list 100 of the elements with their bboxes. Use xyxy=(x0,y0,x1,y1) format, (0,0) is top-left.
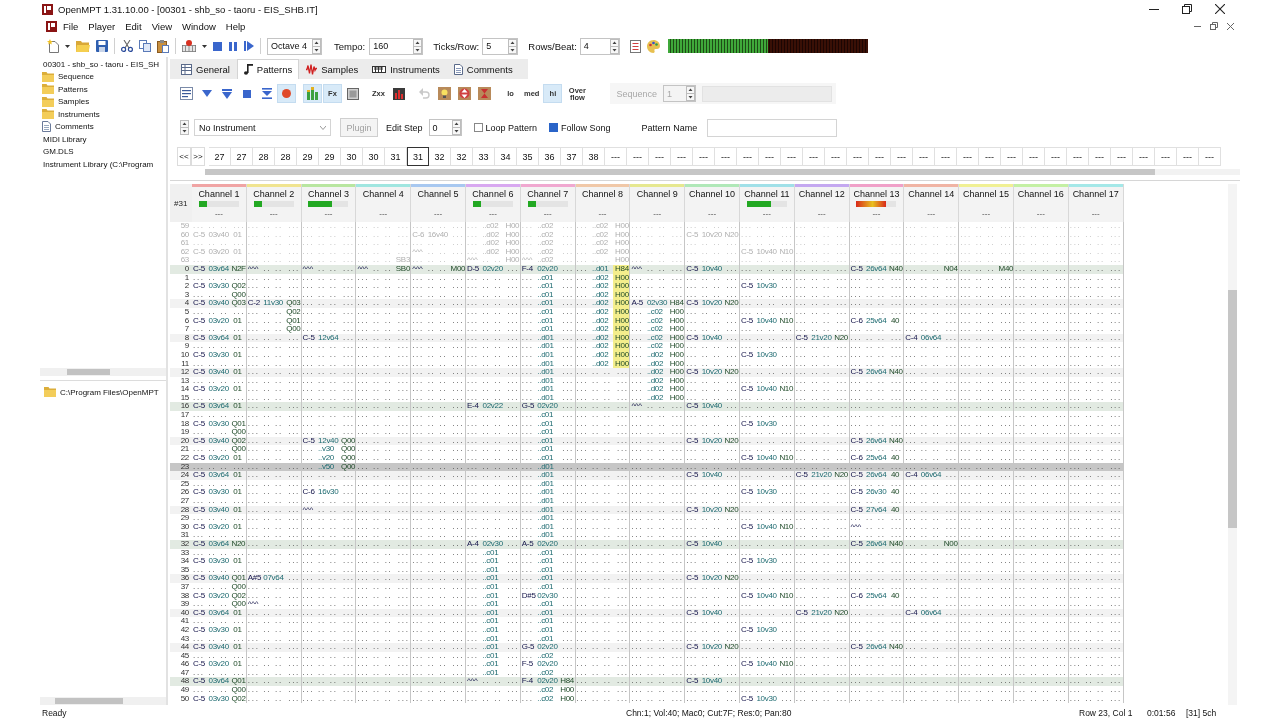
tab[interactable]: Comments xyxy=(446,59,520,79)
tab[interactable]: General xyxy=(174,59,237,79)
caret-icon[interactable] xyxy=(202,44,207,48)
order-item[interactable]: 31 xyxy=(385,147,407,166)
order-item[interactable]: --- xyxy=(803,147,825,166)
order-item[interactable]: 31 xyxy=(407,147,429,166)
order-item[interactable]: --- xyxy=(1045,147,1067,166)
instrument-dropdown[interactable]: No Instrument xyxy=(194,119,331,136)
save-icon[interactable] xyxy=(96,40,108,52)
palette-icon[interactable] xyxy=(646,39,660,53)
scissors-icon[interactable] xyxy=(121,40,133,52)
ticks-per-row-field[interactable]: 5 xyxy=(482,37,519,55)
order-item[interactable]: --- xyxy=(1177,147,1199,166)
spin-arrows-icon[interactable] xyxy=(451,120,461,135)
order-item[interactable]: --- xyxy=(1067,147,1089,166)
order-item[interactable]: 29 xyxy=(297,147,319,166)
order-item[interactable]: --- xyxy=(605,147,627,166)
rows-per-beat-field[interactable]: 4 xyxy=(579,37,620,55)
toolbar-button[interactable] xyxy=(475,84,494,103)
keyboard-icon[interactable] xyxy=(182,40,196,52)
tree-item[interactable]: 00301 - shb_so - taoru - EIS_SH xyxy=(40,58,166,71)
order-item[interactable]: --- xyxy=(715,147,737,166)
order-item[interactable]: --- xyxy=(1133,147,1155,166)
vertical-scrollbar[interactable] xyxy=(1228,184,1237,705)
order-item[interactable]: 27 xyxy=(209,147,231,166)
order-item[interactable]: --- xyxy=(627,147,649,166)
order-item[interactable]: --- xyxy=(1023,147,1045,166)
order-nav-button[interactable]: >> xyxy=(191,147,205,166)
order-item[interactable]: --- xyxy=(671,147,693,166)
tree-item[interactable]: Comments xyxy=(40,120,166,133)
channel-name[interactable]: Channel 7 xyxy=(527,189,569,199)
channel-name[interactable]: Channel 6 xyxy=(472,189,514,199)
order-item[interactable]: 35 xyxy=(517,147,539,166)
order-item[interactable]: --- xyxy=(1199,147,1221,166)
order-item[interactable]: 37 xyxy=(561,147,583,166)
menu-item[interactable]: Window xyxy=(177,20,221,32)
stop-icon[interactable] xyxy=(213,41,222,51)
tempo-field[interactable]: 160 xyxy=(369,37,424,55)
order-item[interactable]: --- xyxy=(913,147,935,166)
scrollbar-thumb[interactable] xyxy=(67,369,110,375)
menu-item[interactable]: View xyxy=(146,20,178,32)
copy-icon[interactable] xyxy=(139,40,151,52)
channel-name[interactable]: Channel 13 xyxy=(853,189,900,199)
octave-field[interactable]: Octave 4 xyxy=(267,37,322,55)
tab[interactable]: Patterns xyxy=(236,59,300,79)
order-item[interactable]: --- xyxy=(649,147,671,166)
order-item[interactable]: 33 xyxy=(473,147,495,166)
menu-item[interactable]: Edit xyxy=(120,20,147,32)
order-item[interactable]: 29 xyxy=(319,147,341,166)
spin-arrows-icon[interactable] xyxy=(413,38,423,54)
spin-arrows-icon[interactable] xyxy=(508,38,518,54)
clipboard-icon[interactable] xyxy=(157,39,169,53)
tab[interactable]: Instruments xyxy=(365,59,447,79)
channel-name[interactable]: Channel 14 xyxy=(908,189,955,199)
play-icon[interactable] xyxy=(244,41,254,51)
minimize-icon[interactable] xyxy=(1149,8,1159,10)
caret-icon[interactable] xyxy=(65,44,70,48)
order-item[interactable]: --- xyxy=(935,147,957,166)
order-item[interactable]: 28 xyxy=(253,147,275,166)
checkbox-label[interactable]: Loop Pattern xyxy=(485,122,538,133)
order-item[interactable]: --- xyxy=(979,147,1001,166)
spin-arrows-icon[interactable] xyxy=(312,38,321,54)
spin-arrows-icon[interactable] xyxy=(609,38,619,54)
spin-arrows-icon[interactable] xyxy=(180,120,189,135)
channel-name[interactable]: Channel 8 xyxy=(581,189,623,199)
tree-item[interactable]: Instrument Library (C:\Program xyxy=(40,158,166,171)
order-item[interactable]: --- xyxy=(693,147,715,166)
channel-name[interactable]: Channel 11 xyxy=(744,189,790,199)
order-item[interactable]: --- xyxy=(781,147,803,166)
order-item[interactable]: --- xyxy=(891,147,913,166)
order-item[interactable]: --- xyxy=(1089,147,1111,166)
menu-item[interactable]: Help xyxy=(220,20,251,32)
app-icon[interactable] xyxy=(46,20,57,32)
channel-name[interactable]: Channel 10 xyxy=(689,189,736,199)
order-item[interactable]: 30 xyxy=(341,147,363,166)
order-item[interactable]: 27 xyxy=(231,147,253,166)
close-icon[interactable] xyxy=(1215,4,1225,14)
maximize-icon[interactable] xyxy=(1182,4,1192,14)
tree-item[interactable]: Samples xyxy=(40,95,166,108)
checkbox-label[interactable]: Follow Song xyxy=(561,122,611,133)
document-list-icon[interactable] xyxy=(629,39,641,53)
order-nav-button[interactable]: << xyxy=(177,147,191,166)
order-item[interactable]: 32 xyxy=(429,147,451,166)
order-item[interactable]: 38 xyxy=(583,147,605,166)
channel-name[interactable]: Channel 17 xyxy=(1072,189,1119,199)
tree-item[interactable]: C:\Program Files\OpenMPT xyxy=(42,386,166,399)
order-item[interactable]: 32 xyxy=(451,147,473,166)
toolbar-button[interactable] xyxy=(177,84,196,103)
channel-name[interactable]: Channel 3 xyxy=(307,189,349,199)
edit-step-field[interactable]: 0 xyxy=(428,119,462,136)
scrollbar-thumb[interactable] xyxy=(55,698,123,704)
order-item[interactable]: --- xyxy=(1155,147,1177,166)
horizontal-scrollbar[interactable] xyxy=(40,368,166,376)
channel-name[interactable]: Channel 1 xyxy=(198,189,240,199)
tree-item[interactable]: GM.DLS xyxy=(40,145,166,158)
order-item[interactable]: 36 xyxy=(539,147,561,166)
order-item[interactable]: --- xyxy=(825,147,847,166)
pattern-name-field[interactable] xyxy=(707,118,838,137)
order-item[interactable]: 28 xyxy=(275,147,297,166)
channel-name[interactable]: Channel 9 xyxy=(636,189,678,199)
